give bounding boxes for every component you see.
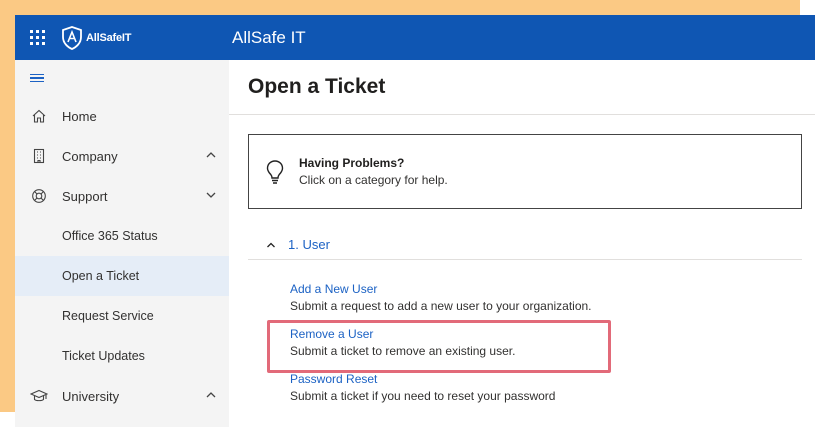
top-bar: AllSafeIT AllSafe IT [15, 15, 815, 60]
lifebuoy-icon [30, 187, 48, 205]
sidebar-item-label: Company [62, 148, 118, 164]
chevron-down-icon[interactable] [205, 189, 217, 201]
sidebar-item-support[interactable]: Support [15, 176, 229, 216]
sidebar-item-label: Support [62, 188, 108, 204]
sidebar-item-office-365-status[interactable]: Office 365 Status [15, 216, 229, 256]
link-description: Submit a request to add a new user to yo… [290, 299, 592, 313]
shield-logo-icon [62, 25, 82, 50]
sidebar-item-label: Request Service [62, 309, 154, 323]
sidebar-item-university[interactable]: University [15, 376, 229, 416]
site-title[interactable]: AllSafe IT [232, 28, 306, 48]
logo-text: AllSafeIT [86, 31, 132, 44]
chevron-up-icon[interactable] [266, 240, 276, 250]
help-description: Click on a category for help. [299, 173, 448, 187]
home-icon [30, 107, 48, 125]
page-header: Open a Ticket [229, 60, 815, 115]
link-description: Submit a ticket if you need to reset you… [290, 389, 556, 403]
section-header-user[interactable]: 1. User [248, 230, 802, 260]
chevron-up-icon[interactable] [205, 149, 217, 161]
sidebar-item-label: Office 365 Status [62, 229, 158, 243]
sidebar: Home Company Support Office 365 Status O… [15, 60, 229, 427]
sidebar-item-label: Open a Ticket [62, 269, 140, 283]
page-title: Open a Ticket [248, 75, 386, 98]
help-callout: Having Problems? Click on a category for… [248, 134, 802, 209]
lightbulb-icon [266, 159, 284, 184]
password-reset-link[interactable]: Password Reset [290, 372, 592, 386]
logo[interactable]: AllSafeIT [61, 25, 231, 50]
sidebar-item-label: Ticket Updates [62, 349, 145, 363]
highlight-annotation [267, 320, 611, 373]
sidebar-item-home[interactable]: Home [15, 96, 229, 136]
app-launcher-button[interactable] [15, 15, 59, 60]
hamburger-icon[interactable] [15, 60, 229, 96]
help-title: Having Problems? [299, 156, 405, 170]
section-label: 1. User [288, 237, 330, 252]
sidebar-item-label: Home [62, 108, 97, 124]
add-user-link[interactable]: Add a New User [290, 282, 592, 296]
sidebar-item-label: University [62, 388, 120, 404]
sidebar-item-company[interactable]: Company [15, 136, 229, 176]
sidebar-item-ticket-updates[interactable]: Ticket Updates [15, 336, 229, 376]
waffle-icon [29, 30, 45, 45]
chevron-up-icon[interactable] [205, 389, 217, 401]
list-item: Password Reset Submit a ticket if you ne… [290, 372, 592, 417]
building-icon [30, 147, 48, 165]
sidebar-item-open-a-ticket[interactable]: Open a Ticket [15, 256, 229, 296]
graduation-cap-icon [30, 387, 48, 405]
sidebar-item-request-service[interactable]: Request Service [15, 296, 229, 336]
help-text: Having Problems? Click on a category for… [299, 156, 448, 187]
